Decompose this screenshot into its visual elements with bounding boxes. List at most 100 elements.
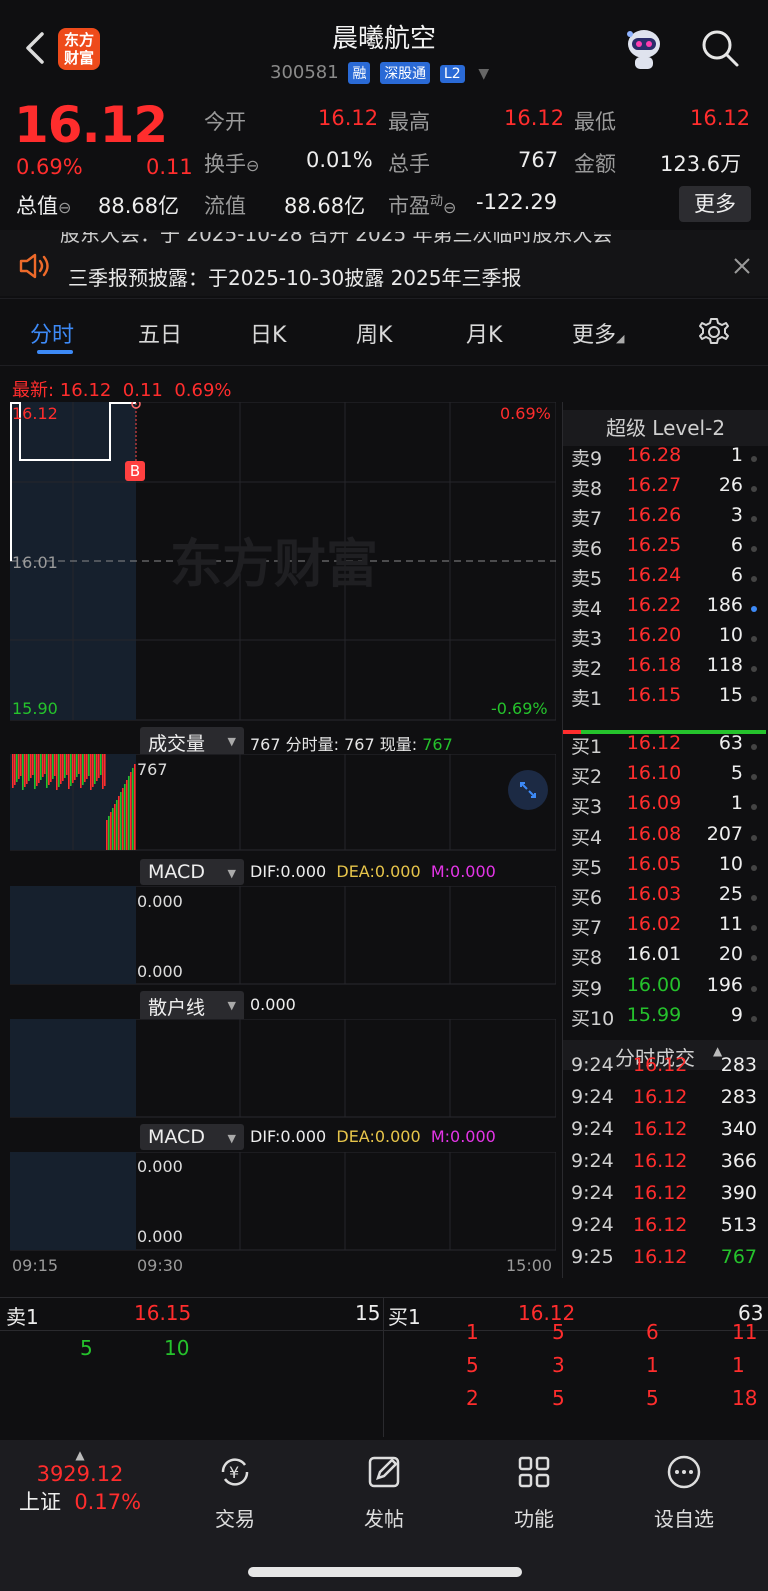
macd2-values: DIF:0.000 DEA:0.000 M:0.000 (250, 1127, 496, 1146)
ask-row[interactable]: 卖8 16.27 26 (563, 474, 763, 504)
tab-monthly-k[interactable]: 月K (466, 317, 502, 349)
marker-dot (751, 774, 757, 781)
tab-post[interactable]: 发帖 (334, 1452, 434, 1532)
ask-volume: 26 (718, 474, 743, 496)
ask-row[interactable]: 卖7 16.26 3 (563, 504, 763, 534)
volume-bar (12, 754, 14, 788)
bid-row[interactable]: 买3 16.09 1 (563, 792, 763, 822)
marker-dot (751, 955, 757, 962)
buy-queue-item: 6 (646, 1320, 659, 1344)
open-label: 今开 (204, 110, 246, 134)
marker-dot (751, 666, 757, 672)
volume-bar (76, 754, 78, 777)
volume-bar (52, 754, 54, 779)
bid-row[interactable]: 买5 16.05 10 (563, 853, 763, 883)
macd2-bottom: 0.000 (137, 1227, 183, 1246)
volume-bar (40, 754, 42, 780)
bid-volume: 63 (718, 732, 743, 754)
bid-price: 15.99 (626, 1003, 682, 1026)
ask-price: 16.15 (626, 684, 682, 706)
volume-info: 767 分时量: 767 现量: 767 (250, 735, 453, 754)
pe-value: -122.29 (476, 190, 558, 214)
buy-queue-item: 1 (732, 1353, 745, 1377)
bid-row[interactable]: 买6 16.03 25 (563, 883, 763, 913)
tab-intraday[interactable]: 分时 (30, 317, 74, 349)
bid-row[interactable]: 买1 16.12 63 (563, 732, 763, 762)
tab-trade[interactable]: ¥ 交易 (185, 1452, 285, 1532)
volume-bar (92, 754, 94, 787)
high-label: 最高 (388, 110, 430, 134)
tab-underline (37, 350, 73, 354)
volume-bar (62, 754, 64, 781)
close-icon[interactable] (732, 256, 752, 276)
ask-price: 16.26 (626, 504, 682, 526)
bid-label: 买5 (571, 856, 603, 879)
tab-five-day[interactable]: 五日 (138, 317, 182, 349)
bid-row[interactable]: 买10 15.99 9 (563, 1004, 763, 1034)
ask-row[interactable]: 卖1 16.15 15 (563, 684, 763, 714)
expand-chart-button[interactable] (508, 770, 548, 810)
volume-bar (56, 754, 58, 790)
buy-queue-item: 3 (552, 1353, 565, 1377)
ask-row[interactable]: 卖5 16.24 6 (563, 564, 763, 594)
more-button[interactable]: 更多 (679, 186, 751, 222)
retail-indicator-select[interactable]: 散户线 ▼ (140, 991, 244, 1022)
tab-weekly-k[interactable]: 周K (356, 317, 392, 349)
marker-dot (751, 925, 757, 932)
volume-bar (134, 764, 136, 850)
volume-bar (108, 816, 110, 850)
index-ticker[interactable]: ▲ 3929.12 上证 0.17% (10, 1448, 150, 1516)
buy-queue-item: 18 (732, 1386, 758, 1410)
volume-bar (64, 754, 66, 778)
high-value: 16.12 (504, 106, 565, 130)
ask-label: 卖4 (571, 598, 603, 620)
bid-row[interactable]: 买9 16.00 196 (563, 974, 763, 1004)
bid-row[interactable]: 买2 16.10 5 (563, 762, 763, 792)
volume-bar (72, 754, 74, 783)
macd2-indicator-select[interactable]: MACD ▼ (140, 1124, 244, 1150)
tab-daily-k[interactable]: 日K (250, 317, 286, 349)
robot-assistant-icon[interactable] (622, 24, 666, 72)
chevron-down-icon[interactable]: ▼ (478, 66, 489, 82)
ask-row[interactable]: 卖6 16.25 6 (563, 534, 763, 564)
retail-chart (10, 1019, 556, 1118)
volume-bar (16, 754, 18, 782)
gear-icon[interactable] (698, 316, 730, 348)
ask-row[interactable]: 卖9 16.28 1 (563, 444, 763, 474)
volume-bar (26, 754, 28, 784)
speaker-icon (19, 253, 49, 279)
trade-row: 9:24 16.12 283 (571, 1086, 757, 1108)
latest-price-line: 最新: 16.12 0.11 0.69% (12, 380, 232, 401)
volume-bar (96, 754, 98, 781)
volume-bar (114, 804, 116, 850)
bid-label: 买7 (571, 917, 603, 940)
macd-indicator-select[interactable]: MACD ▼ (140, 859, 244, 885)
time-start: 09:15 (12, 1256, 59, 1275)
intraday-price-chart[interactable]: 东方财富 (10, 402, 556, 724)
tab-functions[interactable]: 功能 (484, 1452, 584, 1532)
level2-title[interactable]: 超级 Level-2 (563, 410, 768, 446)
bid-row[interactable]: 买7 16.02 11 (563, 913, 763, 943)
volume-bar (78, 754, 80, 774)
buy-marker[interactable]: B (125, 461, 145, 481)
tab-more[interactable]: 更多◢ (572, 317, 624, 349)
bid-row[interactable]: 买4 16.08 207 (563, 823, 763, 853)
ask-row[interactable]: 卖3 16.20 10 (563, 624, 763, 654)
ask-row[interactable]: 卖2 16.18 118 (563, 654, 763, 684)
search-icon[interactable] (700, 28, 740, 68)
ask-row[interactable]: 卖4 16.22 186 (563, 594, 763, 624)
bid-volume: 1 (730, 792, 743, 815)
bid-price: 16.12 (626, 732, 682, 754)
volume-bar (74, 754, 76, 780)
tab-add-watchlist[interactable]: 设自选 (634, 1452, 734, 1532)
notice-text[interactable]: 三季报预披露：于2025-10-30披露 2025年三季报 (68, 262, 522, 291)
trade-row: 9:24 16.12 366 (571, 1150, 757, 1172)
volume-bar (38, 754, 40, 783)
marker-dot (751, 864, 757, 871)
buy-queue-item: 5 (552, 1320, 565, 1344)
bid-price: 16.08 (626, 822, 682, 845)
macd-chart (10, 886, 556, 985)
bid-row[interactable]: 买8 16.01 20 (563, 943, 763, 973)
volume-bar (60, 754, 62, 784)
stock-code-row[interactable]: 300581 融 深股通 L2 ▼ (270, 62, 489, 84)
